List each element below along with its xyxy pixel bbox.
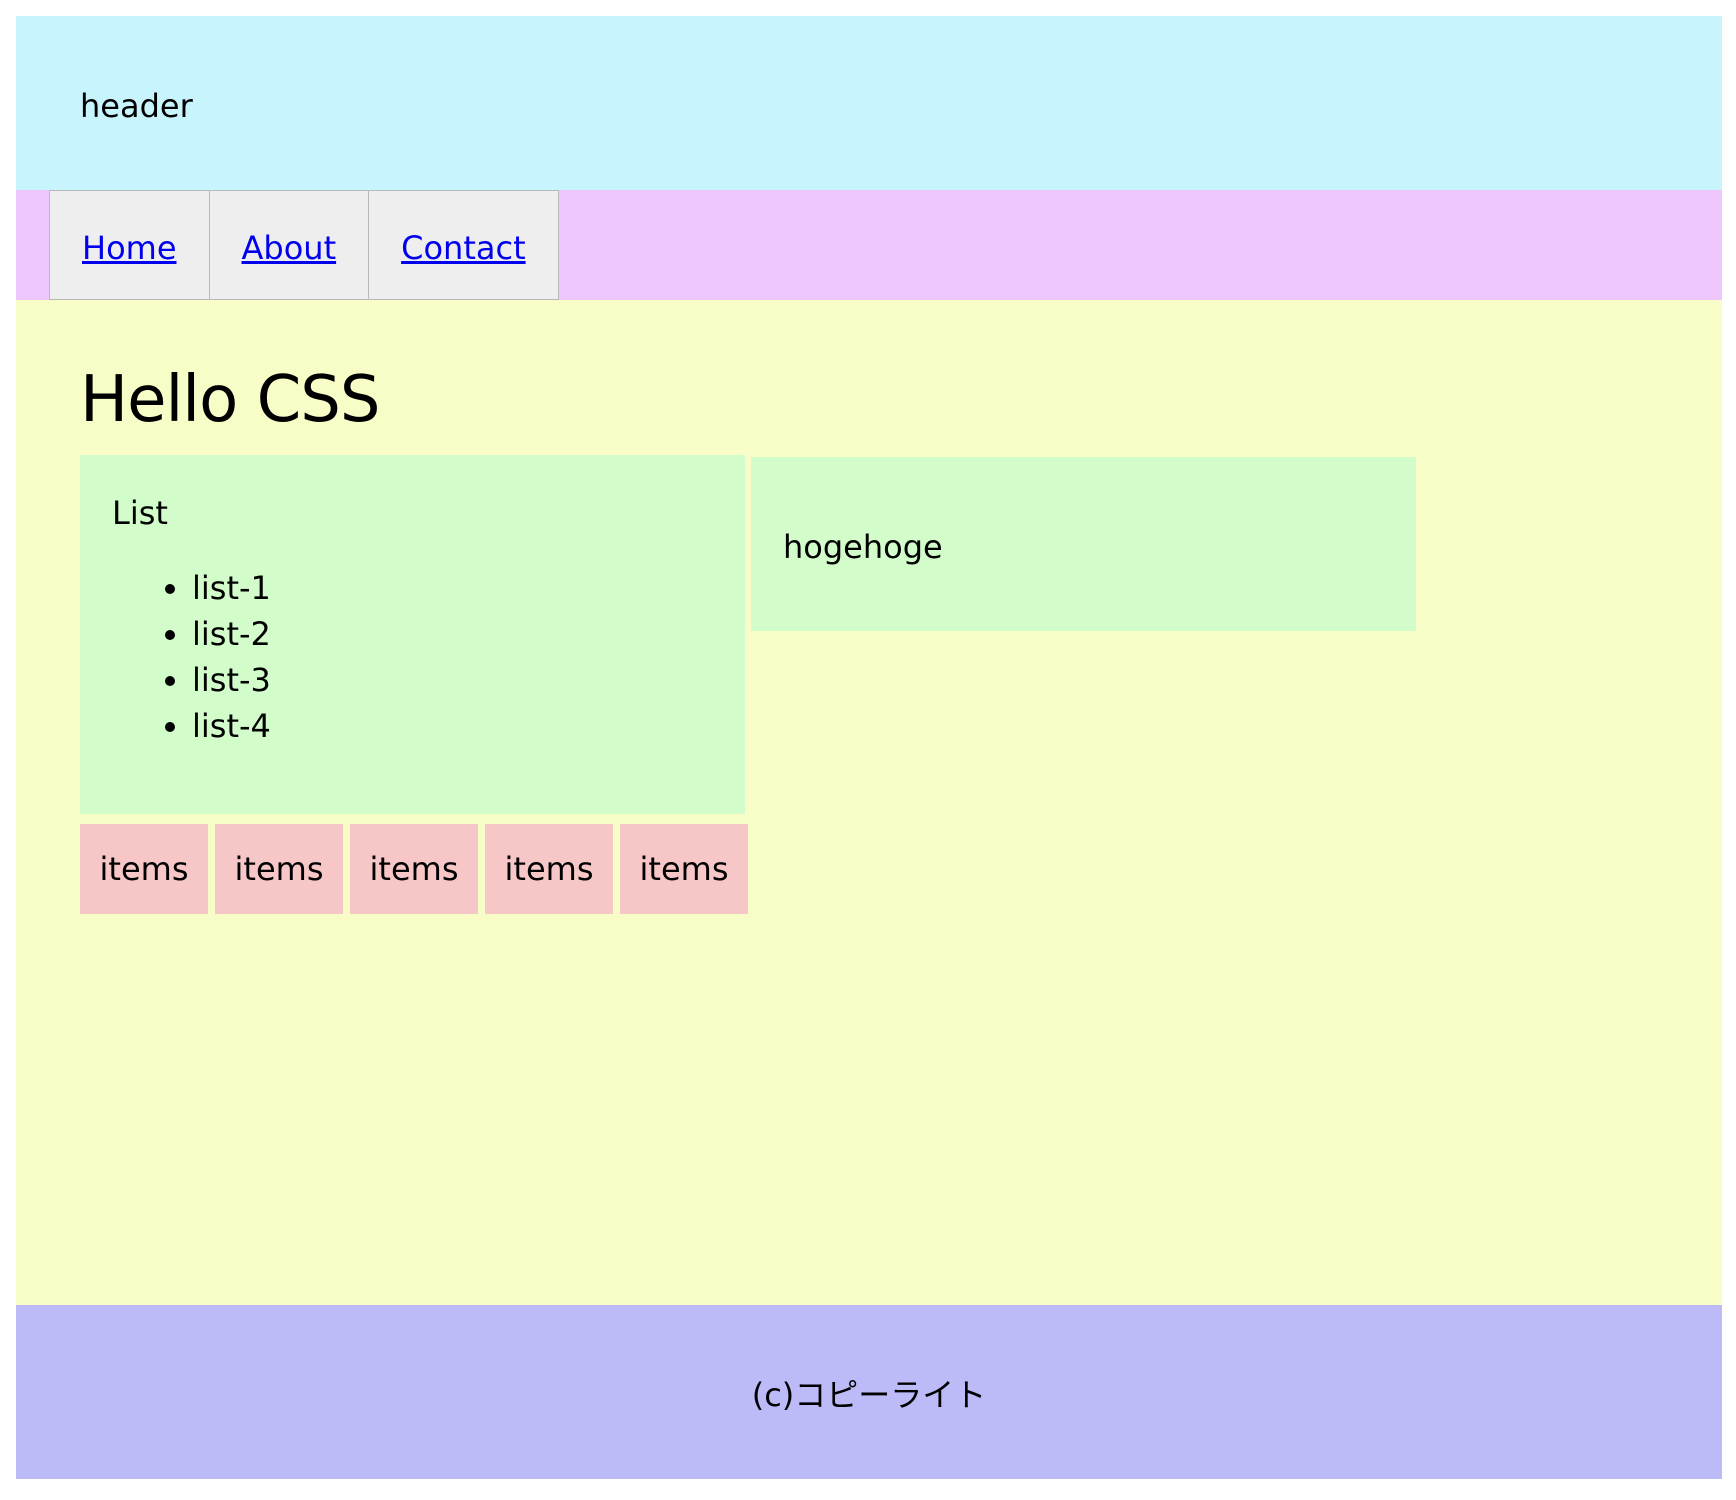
page-header: header — [16, 16, 1722, 190]
nav-list: Home About Contact — [49, 190, 559, 300]
nav-item-home[interactable]: Home — [50, 191, 210, 299]
item-tile: items — [485, 824, 613, 914]
side-box-text: hogehoge — [783, 528, 943, 566]
nav-link-contact[interactable]: Contact — [401, 228, 526, 268]
main-content: Hello CSS List list-1 list-2 list-3 list… — [16, 300, 1722, 1305]
items-row: items items items items items — [80, 824, 748, 914]
header-title: header — [80, 87, 193, 125]
list-item: list-4 — [192, 703, 271, 749]
side-box: hogehoge — [751, 457, 1416, 631]
item-tile: items — [215, 824, 343, 914]
list-item: list-2 — [192, 611, 271, 657]
bullet-list: list-1 list-2 list-3 list-4 — [160, 565, 271, 749]
item-tile: items — [620, 824, 748, 914]
item-tile: items — [80, 824, 208, 914]
item-tile: items — [350, 824, 478, 914]
nav-link-about[interactable]: About — [242, 228, 337, 268]
nav-item-about[interactable]: About — [209, 191, 370, 299]
nav-item-contact[interactable]: Contact — [369, 191, 558, 299]
list-box: List list-1 list-2 list-3 list-4 — [80, 455, 745, 814]
nav-bar: Home About Contact — [16, 190, 1722, 300]
list-item: list-3 — [192, 657, 271, 703]
footer-copyright: (c)コピーライト — [751, 1376, 987, 1414]
page-footer: (c)コピーライト — [16, 1305, 1722, 1479]
page: header Home About Contact Hello CSS List… — [16, 16, 1722, 1479]
list-box-title: List — [112, 494, 168, 532]
list-item: list-1 — [192, 565, 271, 611]
nav-link-home[interactable]: Home — [82, 228, 177, 268]
page-title: Hello CSS — [80, 363, 380, 437]
